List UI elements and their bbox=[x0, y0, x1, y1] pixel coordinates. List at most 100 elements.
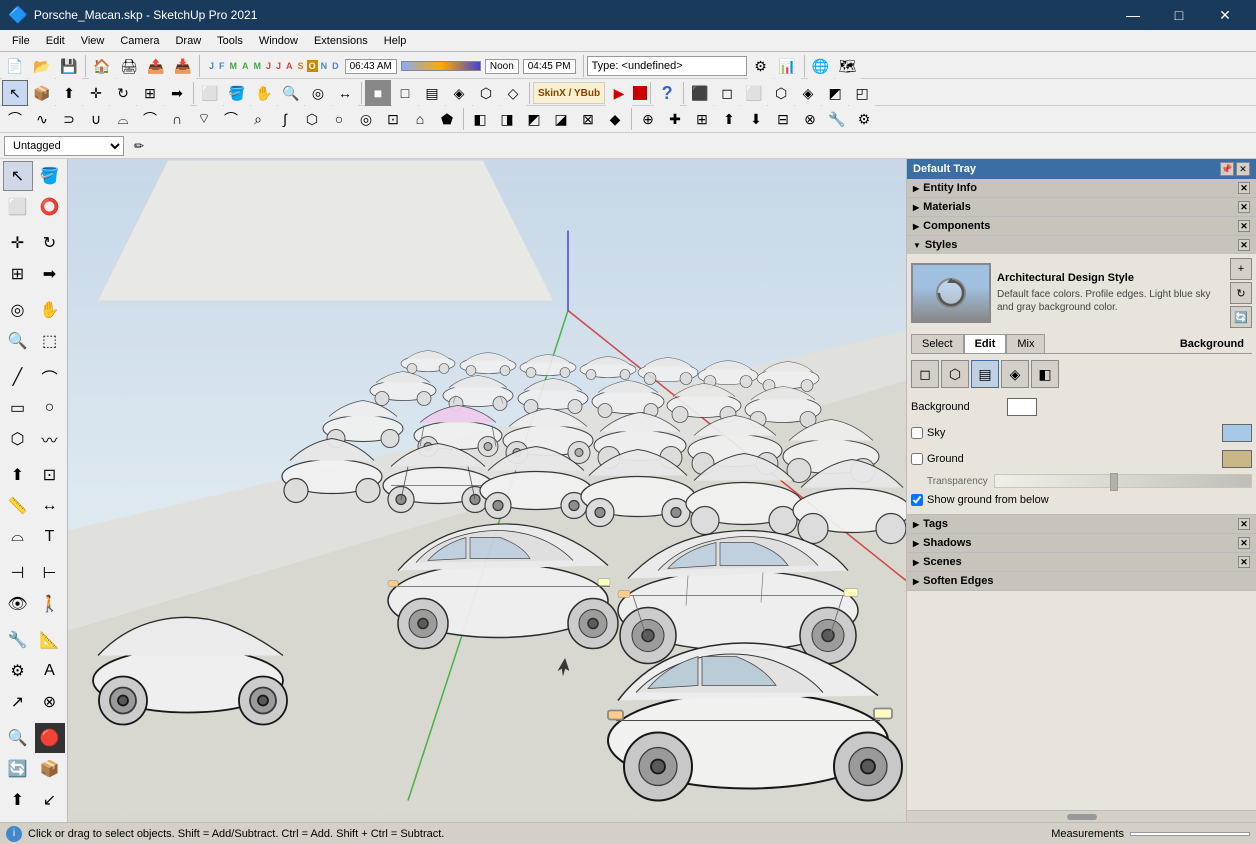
lt-extra9[interactable]: 🔄 bbox=[3, 754, 33, 784]
lt-extra11[interactable]: ⬆ bbox=[3, 785, 33, 815]
lt-follow-tool[interactable]: ➡ bbox=[35, 259, 65, 289]
styles-tab-select[interactable]: Select bbox=[911, 334, 964, 353]
ground-color-swatch[interactable] bbox=[1222, 450, 1252, 468]
tb-arc7[interactable]: ∩ bbox=[164, 106, 190, 132]
tb-shape3[interactable]: ◎ bbox=[353, 106, 379, 132]
tb-shape6[interactable]: ⬟ bbox=[434, 106, 460, 132]
menu-help[interactable]: Help bbox=[376, 33, 415, 49]
show-ground-checkbox-label[interactable]: Show ground from below bbox=[911, 494, 1049, 506]
tb-open[interactable]: 📂 bbox=[29, 53, 55, 79]
ground-checkbox-label[interactable]: Ground bbox=[911, 453, 964, 465]
scroll-thumb-h[interactable] bbox=[1067, 814, 1097, 820]
tb-paint[interactable]: 🪣 bbox=[224, 80, 250, 106]
time-right-display[interactable]: 04:45 PM bbox=[523, 59, 576, 74]
shadows-close[interactable]: ✕ bbox=[1238, 537, 1250, 549]
styles-tab-edit[interactable]: Edit bbox=[964, 334, 1007, 353]
lt-extra5[interactable]: ↗ bbox=[3, 687, 33, 717]
lt-tape-tool[interactable]: 📏 bbox=[3, 491, 33, 521]
lt-extra2[interactable]: 📐 bbox=[35, 625, 65, 655]
tb-help[interactable]: ? bbox=[654, 80, 680, 106]
tb-follow[interactable]: ➡ bbox=[164, 80, 190, 106]
bg-icon-background[interactable]: ▤ bbox=[971, 360, 999, 388]
lt-freehand-tool[interactable]: 〰 bbox=[35, 424, 65, 454]
lt-rotate-tool[interactable]: ↻ bbox=[35, 228, 65, 258]
lt-orbit-tool[interactable]: ◎ bbox=[3, 295, 33, 325]
shadows-header[interactable]: ▶ Shadows ✕ bbox=[907, 534, 1256, 552]
slider-thumb[interactable] bbox=[1110, 473, 1118, 491]
tb-shape4[interactable]: ⊡ bbox=[380, 106, 406, 132]
tags-header[interactable]: ▶ Tags ✕ bbox=[907, 515, 1256, 533]
styles-close[interactable]: ✕ bbox=[1238, 239, 1250, 251]
tb-iso4[interactable]: ⬡ bbox=[768, 80, 794, 106]
tb-solid1[interactable]: ◧ bbox=[467, 106, 493, 132]
transparency-slider[interactable] bbox=[994, 474, 1252, 488]
components-header[interactable]: ▶ Components ✕ bbox=[907, 217, 1256, 235]
lt-extra3[interactable]: ⚙ bbox=[3, 656, 33, 686]
tb-ext9[interactable]: ⚙ bbox=[851, 106, 877, 132]
tb-arc6[interactable]: ⌒ bbox=[137, 106, 163, 132]
lt-dim-tool[interactable]: ↔ bbox=[35, 491, 65, 521]
status-info-button[interactable]: i bbox=[6, 826, 22, 842]
menu-edit[interactable]: Edit bbox=[38, 33, 73, 49]
tb-iso6[interactable]: ◩ bbox=[822, 80, 848, 106]
menu-window[interactable]: Window bbox=[251, 33, 306, 49]
lt-lookaround-tool[interactable]: 👁 bbox=[3, 589, 33, 619]
lt-extra7[interactable]: 🔍 bbox=[3, 723, 33, 753]
tb-arc9[interactable]: ⌒ bbox=[218, 106, 244, 132]
tb-rotate[interactable]: ↻ bbox=[110, 80, 136, 106]
close-button[interactable]: ✕ bbox=[1202, 0, 1248, 30]
lt-something[interactable]: ⭕ bbox=[35, 192, 65, 222]
tb-save[interactable]: 💾 bbox=[56, 53, 82, 79]
tb-iso7[interactable]: ◰ bbox=[849, 80, 875, 106]
tb-style4[interactable]: ◈ bbox=[446, 80, 472, 106]
type-input[interactable] bbox=[587, 56, 747, 76]
tb-home[interactable]: 🏠 bbox=[89, 53, 115, 79]
tb-ext7[interactable]: ⊗ bbox=[797, 106, 823, 132]
entity-info-header[interactable]: ▶ Entity Info ✕ bbox=[907, 179, 1256, 197]
lt-zoomext-tool[interactable]: ⬚ bbox=[35, 326, 65, 356]
tray-pin-button[interactable]: 📌 bbox=[1220, 162, 1234, 176]
tb-select[interactable]: ↖ bbox=[2, 80, 28, 106]
tb-iso1[interactable]: ⬛ bbox=[687, 80, 713, 106]
tb-type-btn[interactable]: ⚙ bbox=[748, 53, 774, 79]
tb-iso5[interactable]: ◈ bbox=[795, 80, 821, 106]
components-close[interactable]: ✕ bbox=[1238, 220, 1250, 232]
background-color-swatch[interactable] bbox=[1007, 398, 1037, 416]
lt-rect-tool[interactable]: ▭ bbox=[3, 393, 33, 423]
tb-report[interactable]: 📊 bbox=[775, 53, 801, 79]
tb-style3[interactable]: ▤ bbox=[419, 80, 445, 106]
viewport[interactable] bbox=[68, 159, 906, 822]
lt-pushpull-tool[interactable]: ⬆ bbox=[3, 460, 33, 490]
tb-erase[interactable]: ⬜ bbox=[197, 80, 223, 106]
lt-extra10[interactable]: 📦 bbox=[35, 754, 65, 784]
menu-extensions[interactable]: Extensions bbox=[306, 33, 376, 49]
bg-icon-edges[interactable]: ⬡ bbox=[941, 360, 969, 388]
tb-shape5[interactable]: ⌂ bbox=[407, 106, 433, 132]
time-slider[interactable] bbox=[401, 61, 481, 71]
tb-arc5[interactable]: ⌓ bbox=[110, 106, 136, 132]
tag-dropdown[interactable]: Untagged bbox=[4, 136, 124, 156]
materials-header[interactable]: ▶ Materials ✕ bbox=[907, 198, 1256, 216]
lt-arc-tool[interactable]: ⌒ bbox=[35, 362, 65, 392]
tb-ext5[interactable]: ⬇ bbox=[743, 106, 769, 132]
bg-icon-faces[interactable]: ◻ bbox=[911, 360, 939, 388]
lt-section-tool[interactable]: ⊣ bbox=[3, 558, 33, 588]
materials-close[interactable]: ✕ bbox=[1238, 201, 1250, 213]
tb-style5[interactable]: ⬡ bbox=[473, 80, 499, 106]
tb-ext6[interactable]: ⊟ bbox=[770, 106, 796, 132]
tb-geo[interactable]: 🌐 bbox=[808, 53, 834, 79]
styles-update-button[interactable]: ↻ bbox=[1230, 282, 1252, 304]
tb-arc8[interactable]: ⌔ bbox=[191, 106, 217, 132]
menu-camera[interactable]: Camera bbox=[112, 33, 167, 49]
tray-close-button[interactable]: ✕ bbox=[1236, 162, 1250, 176]
tb-arc11[interactable]: ∫ bbox=[272, 106, 298, 132]
entity-info-close[interactable]: ✕ bbox=[1238, 182, 1250, 194]
tb-ext8[interactable]: 🔧 bbox=[824, 106, 850, 132]
tb-ext4[interactable]: ⬆ bbox=[716, 106, 742, 132]
lt-move-tool[interactable]: ✛ bbox=[3, 228, 33, 258]
tb-zoom-in[interactable]: 🔍 bbox=[278, 80, 304, 106]
soften-edges-header[interactable]: ▶ Soften Edges bbox=[907, 572, 1256, 590]
lt-select-tool[interactable]: ↖ bbox=[3, 161, 33, 191]
tb-arc2[interactable]: ∿ bbox=[29, 106, 55, 132]
lt-extra8[interactable]: 🔴 bbox=[35, 723, 65, 753]
